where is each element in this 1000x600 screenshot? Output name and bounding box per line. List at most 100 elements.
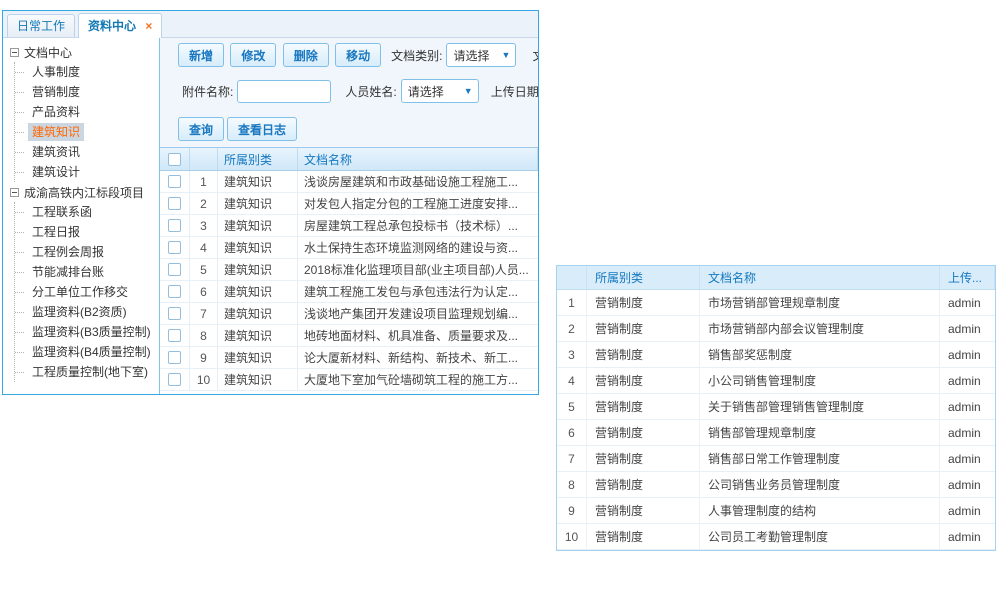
tree-item-label: 监理资料(B3质量控制) (28, 323, 155, 341)
table-row[interactable]: 9 营销制度 人事管理制度的结构 admin (557, 498, 995, 524)
table-row[interactable]: 10 营销制度 公司员工考勤管理制度 admin (557, 524, 995, 550)
tree-item[interactable]: 节能减排台账 (15, 262, 159, 282)
query-button[interactable]: 查询 (178, 117, 224, 141)
table-row[interactable]: 3 营销制度 销售部奖惩制度 admin (557, 342, 995, 368)
toolbar-button[interactable]: 移动 (335, 43, 381, 67)
tab-daily-work[interactable]: 日常工作 (7, 14, 75, 37)
row-checkbox[interactable] (168, 329, 181, 342)
row-category: 建筑知识 (218, 347, 298, 368)
table-row[interactable]: 7 建筑知识 浅谈地产集团开发建设项目监理规划编... (160, 303, 538, 325)
table-row[interactable]: 5 营销制度 关于销售部管理销售管理制度 admin (557, 394, 995, 420)
row-checkbox[interactable] (168, 351, 181, 364)
toolbar-button[interactable]: 修改 (230, 43, 276, 67)
attachment-name-input[interactable] (237, 80, 331, 103)
row-category: 建筑知识 (218, 325, 298, 346)
view-log-button[interactable]: 查看日志 (227, 117, 297, 141)
table-row[interactable]: 7 营销制度 销售部日常工作管理制度 admin (557, 446, 995, 472)
row-checkbox[interactable] (168, 263, 181, 276)
row-name: 销售部奖惩制度 (700, 342, 940, 367)
table-row[interactable]: 6 营销制度 销售部管理规章制度 admin (557, 420, 995, 446)
doc-category-value: 请选择 (453, 47, 489, 64)
table-row[interactable]: 4 营销制度 小公司销售管理制度 admin (557, 368, 995, 394)
row-number: 5 (190, 259, 218, 280)
table-row[interactable]: 4 建筑知识 水土保持生态环境监测网络的建设与资... (160, 237, 538, 259)
table-row[interactable]: 10 建筑知识 大厦地下室加气砼墙砌筑工程的施工方... (160, 369, 538, 391)
row-checkbox[interactable] (168, 285, 181, 298)
table-row[interactable]: 1 建筑知识 浅谈房屋建筑和市政基础设施工程施工... (160, 171, 538, 193)
toolbar-button[interactable]: 新增 (178, 43, 224, 67)
select-all-checkbox[interactable] (168, 153, 181, 166)
tree-item-label: 节能减排台账 (28, 263, 108, 281)
name-column-header: 文档名称 (298, 148, 538, 170)
toolbar-button[interactable]: 删除 (283, 43, 329, 67)
row-number: 6 (557, 420, 587, 445)
row-name: 小公司销售管理制度 (700, 368, 940, 393)
checkbox-cell (160, 303, 190, 324)
table-row[interactable]: 9 建筑知识 论大厦新材料、新结构、新技术、新工... (160, 347, 538, 369)
table-row[interactable]: 3 建筑知识 房屋建筑工程总承包投标书（技术标）... (160, 215, 538, 237)
tree-item[interactable]: 营销制度 (15, 82, 159, 102)
doc-category-select[interactable]: 请选择 ▼ (446, 43, 516, 67)
row-category: 营销制度 (587, 498, 700, 523)
table-row[interactable]: 8 建筑知识 地砖地面材料、机具准备、质量要求及... (160, 325, 538, 347)
row-category: 营销制度 (587, 524, 700, 549)
row-number: 7 (557, 446, 587, 471)
row-name: 销售部管理规章制度 (700, 420, 940, 445)
row-category: 建筑知识 (218, 281, 298, 302)
table-row[interactable]: 2 营销制度 市场营销部内部会议管理制度 admin (557, 316, 995, 342)
tree-item[interactable]: 建筑设计 (15, 162, 159, 182)
table-row[interactable]: 5 建筑知识 2018标准化监理项目部(业主项目部)人员... (160, 259, 538, 281)
tree-item-label: 人事制度 (28, 63, 84, 81)
name-column-header: 文档名称 (700, 266, 940, 289)
tree-item[interactable]: 工程日报 (15, 222, 159, 242)
table-row[interactable]: 8 营销制度 公司销售业务员管理制度 admin (557, 472, 995, 498)
tree-item[interactable]: 人事制度 (15, 62, 159, 82)
tree-item[interactable]: 工程例会周报 (15, 242, 159, 262)
collapse-icon[interactable] (10, 188, 19, 197)
table-row[interactable]: 1 营销制度 市场营销部管理规章制度 admin (557, 290, 995, 316)
tree-item[interactable]: 产品资料 (15, 102, 159, 122)
tree-item[interactable]: 监理资料(B3质量控制) (15, 322, 159, 342)
tree-item-label: 建筑资讯 (28, 143, 84, 161)
tree-group-document-center: 人事制度 营销制度 产品资料 建筑知识 建筑资讯 (14, 62, 159, 182)
tab-data-center[interactable]: 资料中心 × (78, 13, 162, 38)
row-checkbox[interactable] (168, 219, 181, 232)
tree-item-label: 监理资料(B2资质) (28, 303, 131, 321)
uploader-column-header: 上传... (940, 266, 995, 289)
chevron-down-icon: ▼ (464, 86, 473, 96)
data-center-window: 日常工作 资料中心 × 文档中心 人事制度 营销制度 (2, 10, 539, 395)
row-name: 论大厦新材料、新结构、新技术、新工... (298, 347, 538, 368)
row-category: 营销制度 (587, 394, 700, 419)
table-body: 1 营销制度 市场营销部管理规章制度 admin 2 营销制度 市场营销部内部会… (557, 290, 995, 550)
chevron-down-icon: ▼ (502, 50, 511, 60)
tree-item[interactable]: 工程联系函 (15, 202, 159, 222)
table-header: 所属别类 文档名称 (160, 148, 538, 171)
tree-root-label: 成渝高铁内江标段项目 (24, 184, 144, 201)
row-number: 10 (557, 524, 587, 549)
tree-item[interactable]: 监理资料(B2资质) (15, 302, 159, 322)
person-name-select[interactable]: 请选择 ▼ (401, 79, 479, 103)
attachment-name-label: 附件名称: (182, 83, 233, 100)
row-name: 建筑工程施工发包与承包违法行为认定... (298, 281, 538, 302)
row-number: 9 (190, 347, 218, 368)
row-checkbox[interactable] (168, 197, 181, 210)
table-row[interactable]: 6 建筑知识 建筑工程施工发包与承包违法行为认定... (160, 281, 538, 303)
row-name: 浅谈地产集团开发建设项目监理规划编... (298, 303, 538, 324)
tree-root-project[interactable]: 成渝高铁内江标段项目 (10, 182, 159, 202)
tab-close-icon[interactable]: × (145, 19, 152, 33)
tree-item[interactable]: 建筑知识 (15, 122, 159, 142)
tree-item[interactable]: 工程质量控制(地下室) (15, 362, 159, 382)
tree-item[interactable]: 建筑资讯 (15, 142, 159, 162)
tree-root-document-center[interactable]: 文档中心 (10, 42, 159, 62)
row-checkbox[interactable] (168, 175, 181, 188)
tree-item[interactable]: 监理资料(B4质量控制) (15, 342, 159, 362)
tab-bar: 日常工作 资料中心 × (3, 11, 538, 38)
collapse-icon[interactable] (10, 48, 19, 57)
row-checkbox[interactable] (168, 307, 181, 320)
row-category: 建筑知识 (218, 369, 298, 390)
row-name: 市场营销部管理规章制度 (700, 290, 940, 315)
table-row[interactable]: 2 建筑知识 对发包人指定分包的工程施工进度安排... (160, 193, 538, 215)
tree-item[interactable]: 分工单位工作移交 (15, 282, 159, 302)
row-checkbox[interactable] (168, 241, 181, 254)
row-checkbox[interactable] (168, 373, 181, 386)
